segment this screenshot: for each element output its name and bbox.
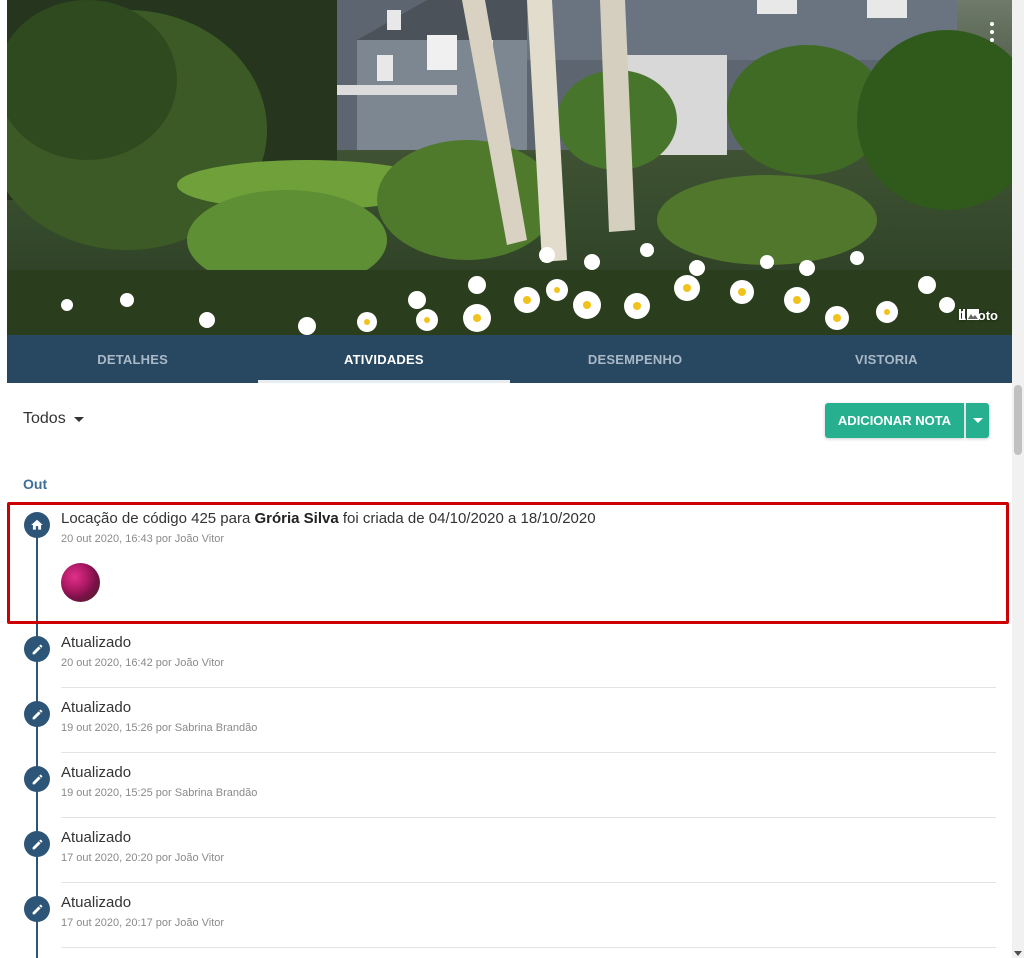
caret-down-icon — [73, 416, 84, 422]
tab-bar: DETALHES ATIVIDADES DESEMPENHO VISTORIA — [7, 335, 1012, 383]
pencil-icon — [24, 896, 50, 922]
caret-down-icon — [972, 418, 983, 423]
pencil-icon — [24, 636, 50, 662]
divider — [61, 947, 996, 948]
pencil-icon — [24, 701, 50, 727]
divider — [61, 882, 996, 883]
tab-detalhes[interactable]: DETALHES — [7, 335, 258, 383]
attachment-thumbnail[interactable] — [61, 563, 100, 602]
add-note-menu-button[interactable] — [966, 403, 989, 438]
timeline-item-meta: 19 out 2020, 15:25 por Sabrina Brandão — [61, 787, 258, 799]
tab-atividades[interactable]: ATIVIDADES — [258, 335, 510, 383]
more-options-icon[interactable] — [984, 22, 1000, 42]
tab-desempenho[interactable]: DESEMPENHO — [510, 335, 761, 383]
timeline-item-title: Atualizado — [61, 764, 132, 781]
timeline-item-title: Atualizado — [61, 699, 132, 716]
pencil-icon — [24, 831, 50, 857]
timeline-item-title: Atualizado — [61, 829, 132, 846]
divider — [61, 817, 996, 818]
scrollbar-thumb[interactable] — [1014, 385, 1022, 455]
tenant-name[interactable]: Grória Silva — [254, 510, 338, 527]
title-prefix: Locação de código 425 para — [61, 510, 255, 527]
add-note-button[interactable]: ADICIONAR NOTA — [825, 403, 964, 438]
timeline-item-meta: 17 out 2020, 20:20 por João Vitor — [61, 852, 225, 864]
timeline-item-meta: 20 out 2020, 16:42 por João Vitor — [61, 657, 225, 669]
timeline-item-title: Atualizado — [61, 634, 132, 651]
home-icon — [24, 512, 50, 538]
property-photo[interactable]: 1 Foto — [7, 0, 1012, 335]
photo-library-icon — [959, 309, 979, 320]
photo-count[interactable]: 1 Foto — [959, 308, 998, 323]
title-suffix: foi criada de 04/10/2020 a 18/10/2020 — [338, 510, 596, 527]
filter-dropdown[interactable]: Todos — [23, 410, 84, 428]
pencil-icon — [24, 766, 50, 792]
timeline-item-meta: 17 out 2020, 20:17 por João Vitor — [61, 917, 225, 929]
timeline-item-meta: 20 out 2020, 16:43 por João Vitor — [61, 533, 225, 545]
timeline-item-title: Locação de código 425 para Grória Silva … — [61, 510, 596, 527]
scroll-down-arrow-icon[interactable] — [1014, 951, 1022, 956]
page-scrollbar[interactable] — [1012, 0, 1024, 958]
filter-label: Todos — [23, 410, 66, 427]
garden-illustration — [7, 0, 1012, 335]
tab-vistoria[interactable]: VISTORIA — [761, 335, 1012, 383]
timeline-item-title: Atualizado — [61, 894, 132, 911]
divider — [61, 752, 996, 753]
divider — [61, 687, 996, 688]
timeline-item-meta: 19 out 2020, 15:26 por Sabrina Brandão — [61, 722, 258, 734]
month-header: Out — [23, 476, 48, 492]
